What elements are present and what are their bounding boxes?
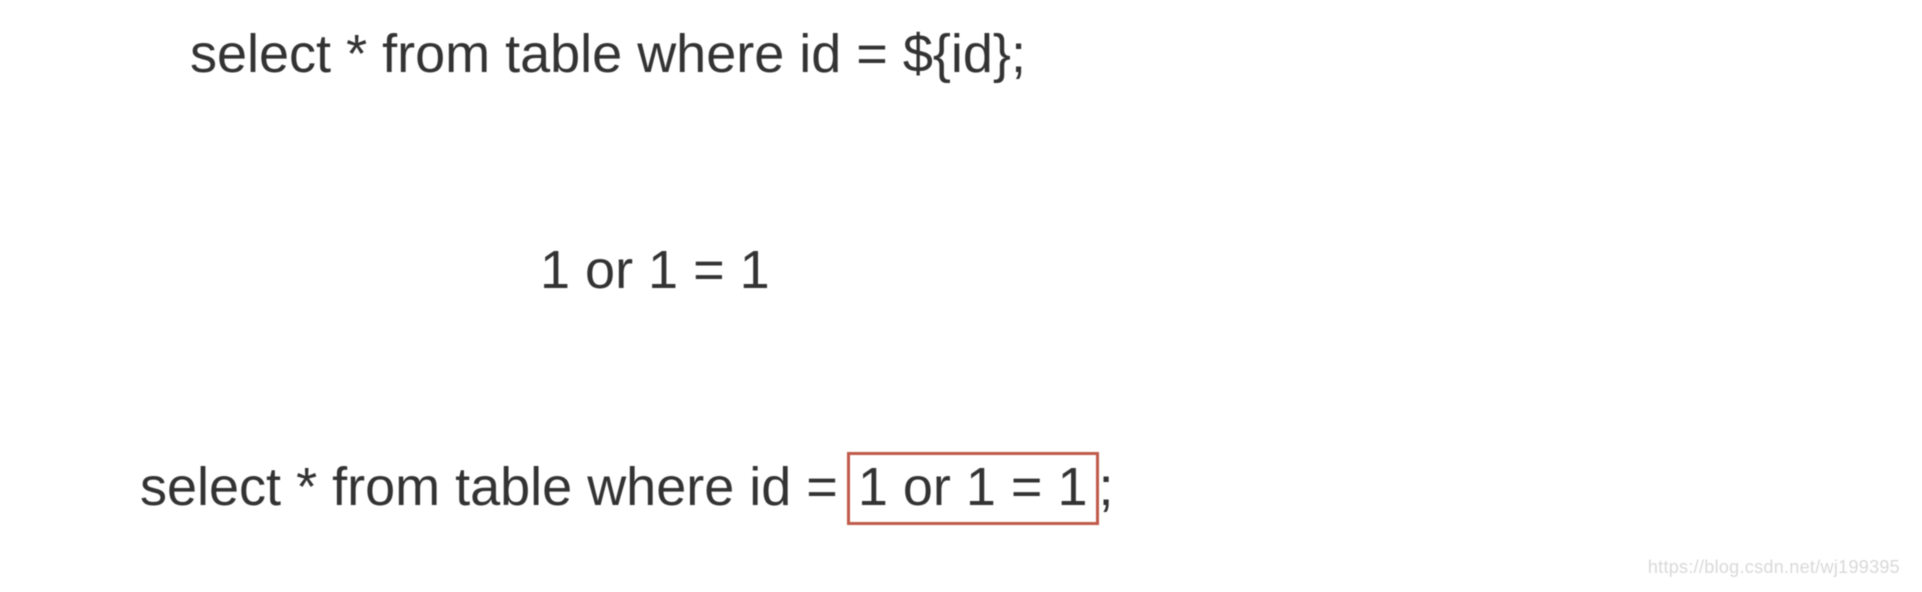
injection-value-line: 1 or 1 = 1 xyxy=(540,238,770,303)
sql-result-line: select * from table where id = 1 or 1 = … xyxy=(140,452,1114,525)
watermark: https://blog.csdn.net/wj199395 xyxy=(1648,557,1900,578)
sql-template-line: select * from table where id = ${id}; xyxy=(190,22,1026,87)
sql-result-prefix: select * from table where id = xyxy=(140,457,853,517)
sql-result-suffix: ; xyxy=(1099,457,1114,517)
injected-highlight: 1 or 1 = 1 xyxy=(847,452,1099,525)
